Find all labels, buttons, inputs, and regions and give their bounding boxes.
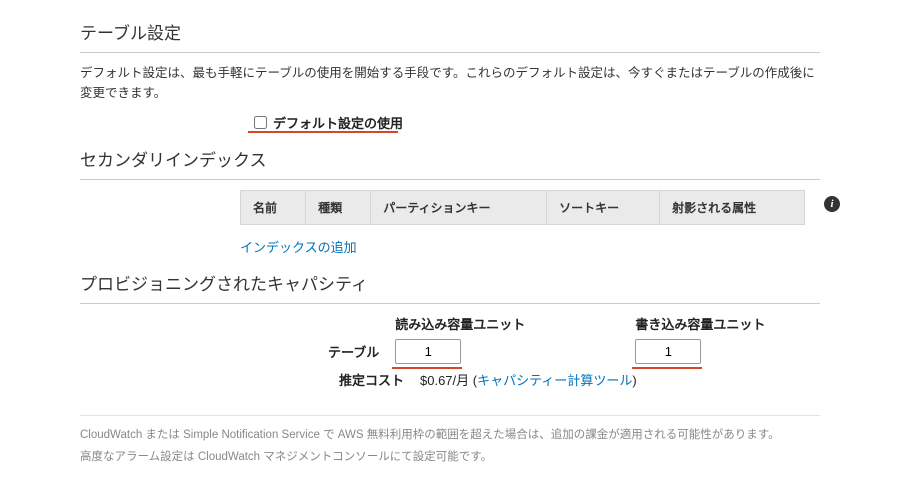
use-default-label[interactable]: デフォルト設定の使用 [273,113,403,132]
table-header-row: 名前 種類 パーティションキー ソートキー 射影される属性 [241,191,805,225]
divider [80,179,820,180]
section-title-secondary-index: セカンダリインデックス [80,146,820,171]
estimated-cost-value: $0.67/月 [420,373,469,388]
section-title-provisioned: プロビジョニングされたキャパシティ [80,270,820,295]
annotation-underline [248,131,398,133]
table-settings-description: デフォルト設定は、最も手軽にテーブルの使用を開始する手段です。これらのデフォルト… [80,63,820,103]
annotation-underline [632,367,702,369]
section-title-table-settings: テーブル設定 [80,19,820,44]
write-capacity-input[interactable] [635,339,701,364]
write-capacity-cell [635,339,820,364]
read-capacity-cell [395,339,635,364]
cost-cell: $0.67/月 (キャパシティー計算ツール) [420,370,680,389]
col-type[interactable]: 種類 [306,191,371,225]
info-icon[interactable]: i [824,196,840,212]
col-partition-key[interactable]: パーティションキー [371,191,547,225]
footnote-line-2: 高度なアラーム設定は CloudWatch マネジメントコンソールにて設定可能で… [80,448,820,466]
divider [80,303,820,304]
annotation-underline [392,367,462,369]
col-sort-key[interactable]: ソートキー [547,191,660,225]
capacity-header-row: 読み込み容量ユニット 書き込み容量ユニット [80,314,820,333]
capacity-row-label-cost: 推定コスト [80,370,420,389]
read-capacity-input[interactable] [395,339,461,364]
capacity-row-label-table: テーブル [80,342,395,361]
divider [80,415,820,416]
col-name[interactable]: 名前 [241,191,306,225]
secondary-index-table-wrap: 名前 種類 パーティションキー ソートキー 射影される属性 i [240,190,820,225]
capacity-grid: 読み込み容量ユニット 書き込み容量ユニット テーブル 推定コスト $0.67/月… [80,314,820,389]
footnote-line-1: CloudWatch または Simple Notification Servi… [80,426,820,444]
add-index-link[interactable]: インデックスの追加 [240,240,357,255]
capacity-calculator-link[interactable]: キャパシティー計算ツール [477,373,632,388]
read-capacity-header: 読み込み容量ユニット [395,317,525,332]
secondary-index-table: 名前 種類 パーティションキー ソートキー 射影される属性 [240,190,805,225]
use-default-checkbox[interactable] [254,116,267,129]
col-projected-attrs[interactable]: 射影される属性 [660,191,805,225]
capacity-table-row: テーブル [80,339,820,364]
write-capacity-header: 書き込み容量ユニット [635,317,765,332]
use-default-settings-row: デフォルト設定の使用 [250,113,820,132]
write-capacity-header-col: 書き込み容量ユニット [635,314,820,333]
cost-paren-close: ) [632,373,636,388]
capacity-cost-row: 推定コスト $0.67/月 (キャパシティー計算ツール) [80,370,820,389]
divider [80,52,820,53]
read-capacity-header-col: 読み込み容量ユニット [395,314,635,333]
add-index-row: インデックスの追加 [240,237,820,256]
